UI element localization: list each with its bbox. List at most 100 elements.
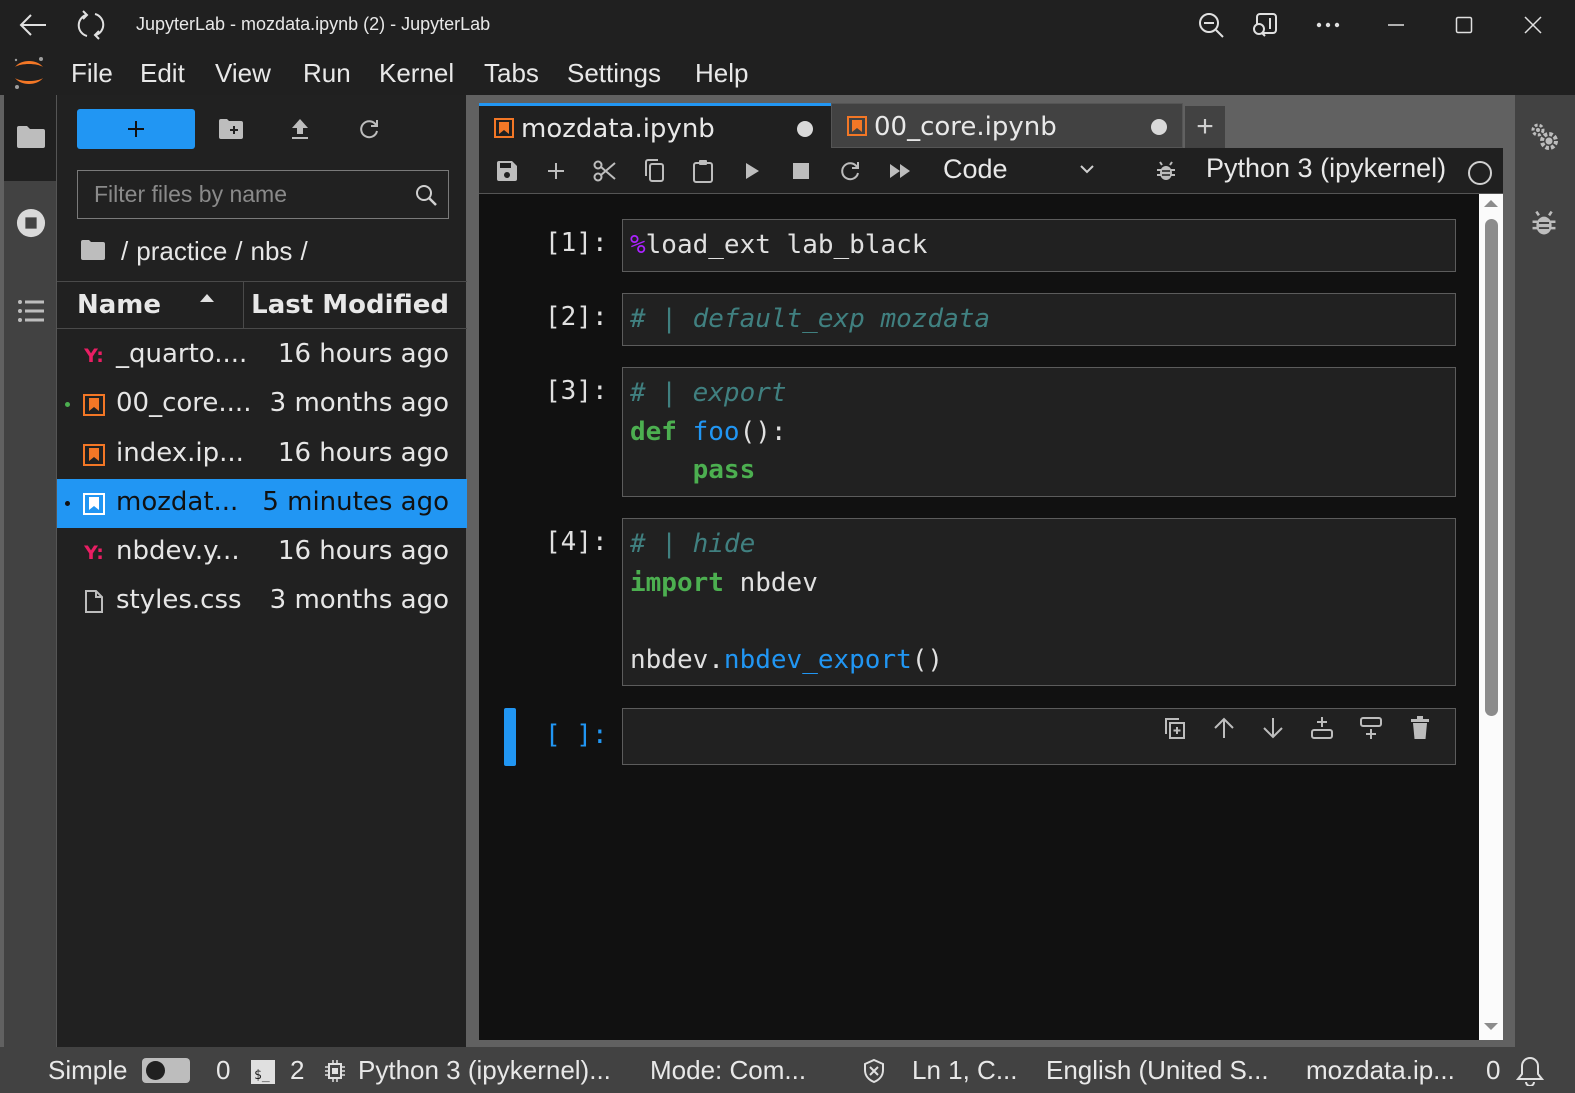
sidebar-tab-file-browser-button[interactable] (16, 122, 46, 152)
insert-cell-below-button[interactable] (1356, 716, 1386, 747)
file-list-item[interactable]: 00_core.... 3 months ago (57, 380, 467, 429)
move-cell-up-button[interactable] (1209, 717, 1239, 747)
upload-button[interactable] (285, 114, 315, 144)
breadcrumb-home-folder-icon[interactable] (81, 236, 105, 267)
chevron-down-icon[interactable] (1079, 162, 1095, 180)
cell-type-select[interactable]: Code (943, 154, 1008, 185)
tab-00-core[interactable]: 00_core.ipynb (831, 103, 1183, 148)
menu-view[interactable]: View (215, 58, 271, 89)
plus-icon (548, 163, 564, 179)
paste-icon (693, 160, 713, 183)
copy-button[interactable] (639, 156, 669, 186)
cast-button[interactable] (1248, 8, 1282, 42)
notebook-scrollbar[interactable] (1479, 194, 1503, 1040)
gears-icon (1531, 123, 1558, 150)
new-folder-button[interactable] (216, 114, 246, 144)
toggle-knob (146, 1061, 165, 1080)
sidebar-tab-table-of-contents[interactable] (16, 296, 46, 326)
restart-button[interactable] (835, 156, 865, 186)
duplicate-cell-button[interactable] (1160, 717, 1190, 747)
new-launcher-button[interactable] (77, 109, 195, 149)
menu-kernel[interactable]: Kernel (379, 58, 454, 89)
code-token-plain: (): (739, 416, 787, 447)
sidebar-tab-running[interactable] (16, 208, 46, 238)
code-token-plain: () (911, 644, 944, 675)
menu-file[interactable]: File (71, 58, 113, 89)
tab-mozdata[interactable]: mozdata.ipynb (479, 103, 831, 148)
file-list-item[interactable]: Y: nbdev.y... 16 hours ago (57, 528, 467, 577)
file-list-item[interactable]: styles.css 3 months ago (57, 577, 467, 626)
code-editor[interactable]: # | default_exp mozdata (622, 293, 1456, 346)
tab-label: mozdata.ipynb (521, 114, 715, 144)
menu-help[interactable]: Help (695, 58, 748, 89)
sidebar-tab-debugger[interactable] (1527, 206, 1561, 240)
arrow-up-icon (1212, 713, 1236, 752)
insert-cell-above-button[interactable] (1307, 716, 1337, 747)
menu-run[interactable]: Run (303, 58, 351, 89)
column-header-name[interactable]: Name (77, 290, 161, 320)
scroll-down-arrow[interactable] (1484, 1023, 1498, 1030)
more-button[interactable] (1311, 8, 1345, 42)
run-button[interactable] (737, 156, 767, 186)
trust-shield-icon[interactable] (861, 1058, 887, 1084)
language-selector[interactable]: English (United S... (1046, 1055, 1269, 1086)
save-button[interactable] (492, 156, 522, 186)
menu-edit[interactable]: Edit (140, 58, 185, 89)
unsaved-dot-icon[interactable] (1151, 119, 1167, 135)
file-list-item[interactable]: Y: _quarto.... 16 hours ago (57, 331, 467, 380)
code-token-def: foo (692, 416, 740, 447)
back-button[interactable] (16, 8, 50, 42)
file-last-modified: 5 minutes ago (262, 486, 449, 517)
zoom-out-button[interactable] (1194, 8, 1228, 42)
bell-icon[interactable] (1516, 1056, 1544, 1086)
menu-tabs[interactable]: Tabs (484, 58, 539, 89)
terminals-count[interactable]: 2 (290, 1055, 304, 1086)
active-cell-indicator[interactable] (504, 708, 516, 766)
code-line: pass (630, 451, 1448, 490)
menu-settings[interactable]: Settings (567, 58, 661, 89)
code-token-comment: # | hide (630, 529, 756, 559)
breadcrumb-practice[interactable]: practice (136, 236, 227, 267)
delete-cell-button[interactable] (1405, 715, 1435, 747)
notification-count: 0 (1486, 1055, 1501, 1085)
minimize-button[interactable] (1379, 8, 1413, 42)
breadcrumb-separator: / (121, 235, 129, 266)
notebook-mode-text[interactable]: Mode: Com... (650, 1055, 806, 1086)
cursor-position[interactable]: Ln 1, C... (912, 1055, 1018, 1086)
running-indicator-icon (65, 599, 70, 604)
scroll-up-arrow[interactable] (1484, 200, 1498, 207)
column-resize-handle[interactable] (243, 282, 244, 329)
reload-button[interactable] (74, 8, 108, 42)
file-list-item[interactable]: mozdat... 5 minutes ago (57, 478, 467, 529)
insert-cell-button[interactable] (541, 156, 571, 186)
debugger-toggle-button[interactable] (1151, 156, 1181, 186)
kernel-status-text[interactable]: Python 3 (ipykernel)... (358, 1055, 611, 1086)
sidebar-tab-property-inspector[interactable] (1527, 119, 1561, 153)
refresh-files-button[interactable] (354, 114, 384, 144)
unsaved-dot-icon[interactable] (797, 121, 813, 137)
filter-files-input[interactable] (78, 171, 408, 218)
notebook-cells[interactable]: [1]: %load_ext lab_black [2]: # | default_e… (479, 194, 1479, 1040)
add-tab-button[interactable]: + (1185, 106, 1225, 148)
breadcrumb-nbs[interactable]: nbs (251, 236, 293, 267)
kernel-name-button[interactable]: Python 3 (ipykernel) (1206, 153, 1446, 184)
move-cell-down-button[interactable] (1258, 717, 1288, 747)
terminal-icon[interactable]: $_ (251, 1060, 275, 1084)
scrollbar-thumb[interactable] (1485, 219, 1498, 716)
code-editor[interactable] (622, 708, 1456, 765)
column-header-last-modified[interactable]: Last Modified (251, 290, 449, 320)
code-editor[interactable]: # | hide import nbdev nbdev.nbdev_export(… (622, 518, 1456, 686)
paste-button[interactable] (688, 156, 718, 186)
maximize-button[interactable] (1447, 8, 1481, 42)
restart-run-all-button[interactable] (885, 156, 915, 186)
breadcrumb: / practice / nbs / (81, 233, 316, 269)
svg-text:$_: $_ (254, 1068, 270, 1083)
cut-button[interactable] (590, 156, 620, 186)
interrupt-button[interactable] (786, 156, 816, 186)
running-kernels-count[interactable]: 0 (216, 1055, 230, 1086)
code-editor[interactable]: %load_ext lab_black (622, 219, 1456, 272)
simple-mode-toggle[interactable] (142, 1058, 190, 1083)
code-editor[interactable]: # | export def foo(): pass (622, 367, 1456, 497)
close-button[interactable] (1516, 8, 1550, 42)
file-list-item[interactable]: index.ip... 16 hours ago (57, 430, 467, 479)
